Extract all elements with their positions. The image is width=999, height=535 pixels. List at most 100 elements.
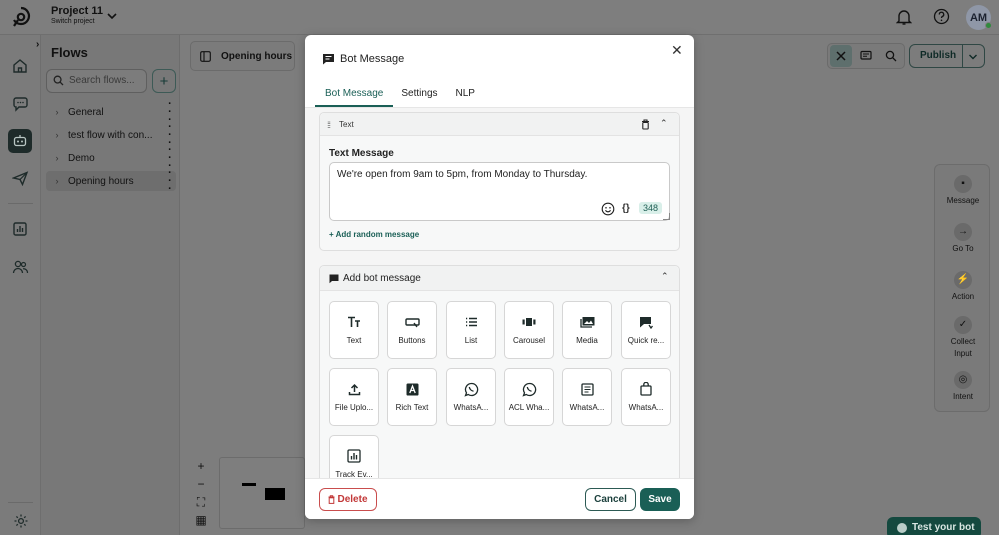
project-name[interactable]: Project 11 bbox=[51, 5, 103, 17]
tile-label: Buttons bbox=[398, 336, 426, 345]
modal-title: Bot Message bbox=[340, 53, 405, 65]
check-icon: ✓ bbox=[954, 316, 972, 334]
text-icon bbox=[347, 314, 361, 330]
tile-quick-reply[interactable]: Quick re... bbox=[621, 301, 671, 359]
flow-item-demo[interactable]: › Demo · · · bbox=[46, 145, 176, 172]
tile-rich-text[interactable]: Rich Text bbox=[387, 368, 437, 426]
tab-settings[interactable]: Settings bbox=[401, 88, 437, 107]
tile-label: Text bbox=[346, 336, 362, 345]
tile-media[interactable]: Media bbox=[562, 301, 612, 359]
tile-list[interactable]: List bbox=[446, 301, 496, 359]
flows-title: Flows bbox=[51, 45, 88, 60]
add-bot-message-header[interactable]: Add bot message ⌃ bbox=[320, 266, 679, 291]
flow-item-label: General bbox=[68, 106, 104, 118]
tile-text[interactable]: Text bbox=[329, 301, 379, 359]
chevron-right-icon: › bbox=[55, 153, 59, 163]
palette-intent[interactable]: ◎ Intent bbox=[935, 371, 991, 403]
palette-action[interactable]: ⚡ Action bbox=[935, 271, 991, 303]
tile-whatsapp[interactable]: WhatsA... bbox=[446, 368, 496, 426]
tile-whatsapp-catalog[interactable]: WhatsA... bbox=[621, 368, 671, 426]
whatsapp-icon bbox=[521, 381, 537, 397]
expand-chevron-icon[interactable]: › bbox=[36, 39, 39, 50]
play-icon bbox=[897, 523, 907, 533]
home-icon bbox=[13, 59, 27, 73]
users-nav[interactable] bbox=[8, 255, 32, 279]
minimap-node bbox=[265, 488, 285, 500]
flow-item-general[interactable]: › General · · · bbox=[46, 99, 176, 126]
settings-gear-icon[interactable] bbox=[13, 513, 29, 529]
publish-button[interactable]: Publish bbox=[909, 44, 985, 68]
tile-label: File Uplo... bbox=[334, 403, 374, 412]
collapse-icon[interactable]: ⌃ bbox=[660, 118, 668, 129]
add-bot-message-title: Add bot message bbox=[343, 273, 421, 284]
tile-file-upload[interactable]: File Uplo... bbox=[329, 368, 379, 426]
analytics-nav[interactable] bbox=[8, 217, 32, 241]
tile-label: Media bbox=[576, 336, 598, 345]
tile-carousel[interactable]: Carousel bbox=[504, 301, 554, 359]
chevron-right-icon: › bbox=[55, 176, 59, 186]
delete-button[interactable]: Delete bbox=[319, 488, 377, 511]
help-icon[interactable] bbox=[933, 8, 950, 25]
sidebar-toggle-icon[interactable] bbox=[200, 51, 211, 62]
tile-track-event[interactable]: Track Ev... bbox=[329, 435, 379, 478]
tile-label: WhatsA... bbox=[628, 403, 664, 412]
emoji-icon[interactable] bbox=[601, 202, 615, 216]
app-logo-icon[interactable] bbox=[10, 6, 32, 28]
zoom-controls: + − ⛶ ▦ bbox=[191, 457, 211, 529]
chart-icon bbox=[347, 448, 361, 464]
add-random-message-link[interactable]: + Add random message bbox=[329, 230, 419, 239]
rail-divider bbox=[8, 203, 33, 204]
palette-message[interactable]: ▪ Message bbox=[935, 175, 991, 207]
close-icon[interactable]: ✕ bbox=[671, 42, 683, 59]
save-button[interactable]: Save bbox=[640, 488, 680, 511]
trash-icon[interactable] bbox=[641, 119, 650, 130]
bell-icon[interactable] bbox=[896, 8, 912, 26]
search-canvas-icon[interactable] bbox=[885, 50, 897, 62]
fit-view-icon[interactable]: ⛶ bbox=[191, 493, 211, 511]
minimap[interactable] bbox=[219, 457, 305, 529]
message-icon: ▪ bbox=[954, 175, 972, 193]
palette-go-to[interactable]: → Go To bbox=[935, 223, 991, 255]
left-rail: › bbox=[0, 35, 41, 535]
opening-hours-flow-tab[interactable]: Opening hours bbox=[190, 41, 295, 71]
comment-icon[interactable] bbox=[860, 50, 872, 62]
chevron-down-icon[interactable] bbox=[968, 53, 978, 61]
zoom-out-icon[interactable]: − bbox=[191, 475, 211, 493]
drag-handle-icon[interactable]: ⁞⁞ bbox=[327, 120, 331, 130]
flows-panel: Flows Search flows... + › General · · · › … bbox=[41, 35, 180, 535]
switch-project-link[interactable]: Switch project bbox=[51, 18, 95, 25]
tile-buttons[interactable]: Buttons bbox=[387, 301, 437, 359]
delete-label: Delete bbox=[337, 494, 368, 505]
flow-item-test-flow[interactable]: › test flow with con... · · · bbox=[46, 122, 176, 149]
resize-handle-icon[interactable] bbox=[663, 213, 670, 220]
zoom-in-icon[interactable]: + bbox=[191, 457, 211, 475]
add-flow-button[interactable]: + bbox=[152, 69, 176, 93]
palette-collect-input[interactable]: ✓ Collect Input bbox=[935, 316, 991, 360]
tile-acl-whatsapp[interactable]: ACL Wha... bbox=[504, 368, 554, 426]
more-vertical-icon[interactable]: · · · bbox=[164, 168, 176, 195]
chevron-down-icon[interactable] bbox=[106, 11, 118, 21]
modal-body[interactable]: ⁞⁞ Text ⌃ Text Message We're open from 9… bbox=[305, 108, 694, 478]
test-bot-label: Test your bot bbox=[912, 522, 975, 533]
tile-label: Quick re... bbox=[627, 336, 665, 345]
users-icon bbox=[12, 260, 28, 274]
layout-icon[interactable]: ▦ bbox=[191, 511, 211, 529]
flow-item-opening-hours[interactable]: › Opening hours · · · bbox=[46, 168, 176, 195]
tile-label: ACL Wha... bbox=[508, 403, 550, 412]
tab-bot-message[interactable]: Bot Message bbox=[315, 88, 394, 107]
list-icon bbox=[465, 314, 478, 330]
text-message-textarea[interactable]: We're open from 9am to 5pm, from Monday … bbox=[329, 162, 670, 221]
tab-nlp[interactable]: NLP bbox=[456, 88, 475, 107]
tile-whatsapp-form[interactable]: WhatsA... bbox=[562, 368, 612, 426]
online-status-dot bbox=[985, 22, 992, 29]
media-icon bbox=[579, 314, 595, 330]
top-bar: Project 11 Switch project AM bbox=[0, 0, 999, 35]
conversations-nav[interactable] bbox=[8, 92, 32, 116]
broadcast-nav[interactable] bbox=[8, 166, 32, 190]
bot-builder-nav[interactable] bbox=[8, 129, 32, 153]
expand-collapse-icon[interactable]: ⌃ bbox=[661, 271, 669, 282]
home-nav[interactable] bbox=[8, 54, 32, 78]
test-your-bot-button[interactable]: Test your bot bbox=[887, 517, 981, 535]
variables-icon[interactable]: {} bbox=[622, 203, 630, 214]
cancel-button[interactable]: Cancel bbox=[585, 488, 636, 511]
